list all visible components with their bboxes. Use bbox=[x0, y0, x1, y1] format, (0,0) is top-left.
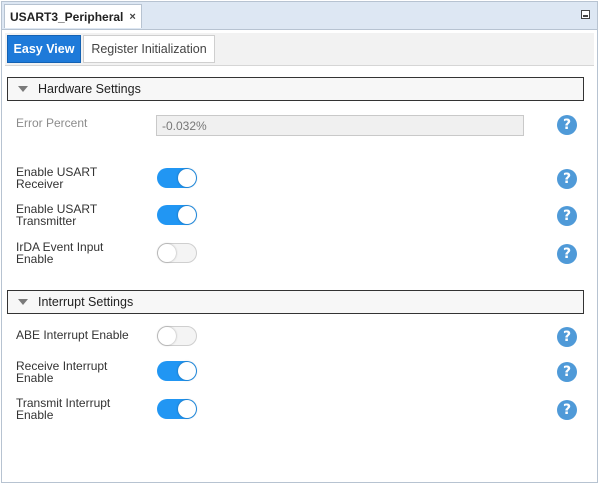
peripheral-window: USART3_Peripheral × Easy View Register I… bbox=[1, 1, 598, 483]
minimize-icon[interactable] bbox=[581, 10, 590, 19]
view-tab-bar: Easy View Register Initialization bbox=[5, 33, 594, 66]
tab-easy-view[interactable]: Easy View bbox=[7, 35, 81, 63]
document-tab-bar: USART3_Peripheral × bbox=[2, 2, 597, 30]
close-icon[interactable]: × bbox=[129, 11, 135, 23]
enable-receiver-label: Enable USART Receiver bbox=[16, 166, 141, 190]
help-icon[interactable]: ? bbox=[557, 169, 577, 189]
label-line: Enable bbox=[16, 371, 54, 385]
collapse-triangle-icon bbox=[18, 299, 28, 305]
transmit-interrupt-toggle[interactable] bbox=[157, 399, 197, 419]
section-title: Hardware Settings bbox=[38, 82, 141, 96]
receive-interrupt-label: Receive Interrupt Enable bbox=[16, 360, 141, 384]
toggle-knob bbox=[158, 244, 176, 262]
document-tab-usart3[interactable]: USART3_Peripheral × bbox=[4, 4, 142, 28]
irda-event-input-toggle[interactable] bbox=[157, 243, 197, 263]
help-icon[interactable]: ? bbox=[557, 115, 577, 135]
hardware-settings-header[interactable]: Hardware Settings bbox=[7, 77, 584, 101]
label-line: Receiver bbox=[16, 177, 64, 191]
interrupt-settings-header[interactable]: Interrupt Settings bbox=[7, 290, 584, 314]
enable-receiver-toggle[interactable] bbox=[157, 168, 197, 188]
enable-transmitter-label: Enable USART Transmitter bbox=[16, 203, 141, 227]
help-icon[interactable]: ? bbox=[557, 244, 577, 264]
error-percent-field: -0.032% bbox=[156, 115, 524, 136]
receive-interrupt-toggle[interactable] bbox=[157, 361, 197, 381]
help-icon[interactable]: ? bbox=[557, 362, 577, 382]
section-title: Interrupt Settings bbox=[38, 295, 134, 309]
label-line: Transmitter bbox=[16, 214, 77, 228]
help-icon[interactable]: ? bbox=[557, 327, 577, 347]
error-percent-label: Error Percent bbox=[16, 116, 88, 130]
tab-register-initialization[interactable]: Register Initialization bbox=[83, 35, 215, 63]
document-tab-title: USART3_Peripheral bbox=[10, 9, 124, 24]
label-line: Enable bbox=[16, 252, 54, 266]
abe-interrupt-toggle[interactable] bbox=[157, 326, 197, 346]
toggle-knob bbox=[178, 169, 196, 187]
enable-transmitter-toggle[interactable] bbox=[157, 205, 197, 225]
irda-event-input-label: IrDA Event Input Enable bbox=[16, 241, 141, 265]
help-icon[interactable]: ? bbox=[557, 206, 577, 226]
label-line: Enable bbox=[16, 408, 54, 422]
abe-interrupt-label: ABE Interrupt Enable bbox=[16, 328, 129, 342]
help-icon[interactable]: ? bbox=[557, 400, 577, 420]
toggle-knob bbox=[158, 327, 176, 345]
toggle-knob bbox=[178, 206, 196, 224]
collapse-triangle-icon bbox=[18, 86, 28, 92]
transmit-interrupt-label: Transmit Interrupt Enable bbox=[16, 397, 141, 421]
toggle-knob bbox=[178, 362, 196, 380]
toggle-knob bbox=[178, 400, 196, 418]
